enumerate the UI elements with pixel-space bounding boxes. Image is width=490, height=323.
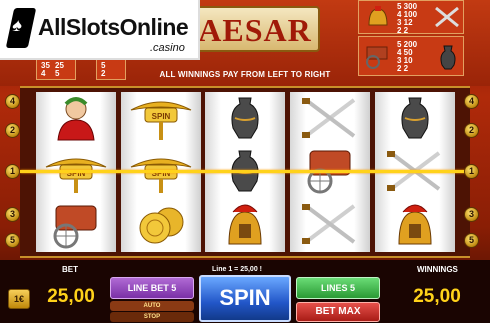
winning-payline [20,170,470,173]
symbol-amphora [375,92,455,145]
lines-button[interactable]: LINES 5 [296,277,380,299]
symbol-crossed-swords [290,198,370,251]
symbol-spqr-eagle-spin: SPIN [121,92,201,145]
paytable-value: 2 [101,69,106,78]
pay-direction-note: ALL WINNINGS PAY FROM LEFT TO RIGHT [159,70,331,79]
line-marker-left[interactable]: 1 [5,164,20,179]
coin-value-button[interactable]: 1€ [8,289,30,309]
paytable-box-right-bottom: 5 200 4 50 3 10 2 2 [358,36,464,76]
line-marker-left[interactable]: 3 [5,207,20,222]
crossed-swords-icon [435,6,459,28]
paytable-value: 5 [55,69,60,78]
bet-label: BET [62,265,78,274]
game-title: AESAR [198,12,312,48]
symbol-amphora [205,92,285,145]
line-marker-right[interactable]: 1 [464,164,479,179]
symbol-chariot [36,198,116,251]
game-logo: AESAR [190,6,320,52]
line-marker-right[interactable]: 4 [464,94,479,109]
line-marker-right[interactable]: 2 [464,123,479,138]
symbol-gold-coins [121,198,201,251]
line-marker-right[interactable]: 5 [464,233,479,248]
spin-button[interactable]: SPIN [199,275,291,322]
paytable-box-left: 35 4 25 5 [36,58,76,80]
paytable-box-right-top: 5 300 4 100 3 12 2 2 [358,0,464,35]
brand-name: AllSlotsOnline [38,14,189,40]
symbol-roman-helmet [375,198,455,251]
line-marker-left[interactable]: 2 [5,123,20,138]
paytable-value: 4 [41,69,46,78]
winnings-label: WINNINGS [417,265,458,274]
line-win-info: Line 1 = 25,00 ! [212,266,262,273]
line-bet-button[interactable]: LINE BET 5 [110,277,194,299]
winnings-value: 25,00 [413,286,461,307]
bet-value: 25,00 [47,286,95,307]
line-marker-left[interactable]: 5 [5,233,20,248]
stop-button[interactable]: STOP [110,312,194,322]
bet-max-button[interactable]: BET MAX [296,302,380,322]
paytable-value: 2 2 [397,64,409,73]
slot-game-screen: 35 4 25 5 5 2 5 300 4 100 3 12 2 2 5 200… [0,0,490,323]
brand-logo: AllSlotsOnline .casino [0,0,200,60]
auto-play-button[interactable]: AUTO [110,301,194,311]
brand-suffix: .casino [150,42,185,54]
roman-helmet-icon [368,6,388,26]
spade-icon [5,8,37,48]
symbol-crossed-swords [290,92,370,145]
amphora-icon [440,45,456,70]
paytable-value: 2 2 [397,26,409,35]
line-marker-left[interactable]: 4 [5,94,20,109]
symbol-roman-helmet [205,198,285,251]
chariot-icon [366,46,388,69]
svg-text:SPIN: SPIN [152,112,171,121]
symbol-caesar-bust [36,92,116,145]
line-marker-right[interactable]: 3 [464,207,479,222]
